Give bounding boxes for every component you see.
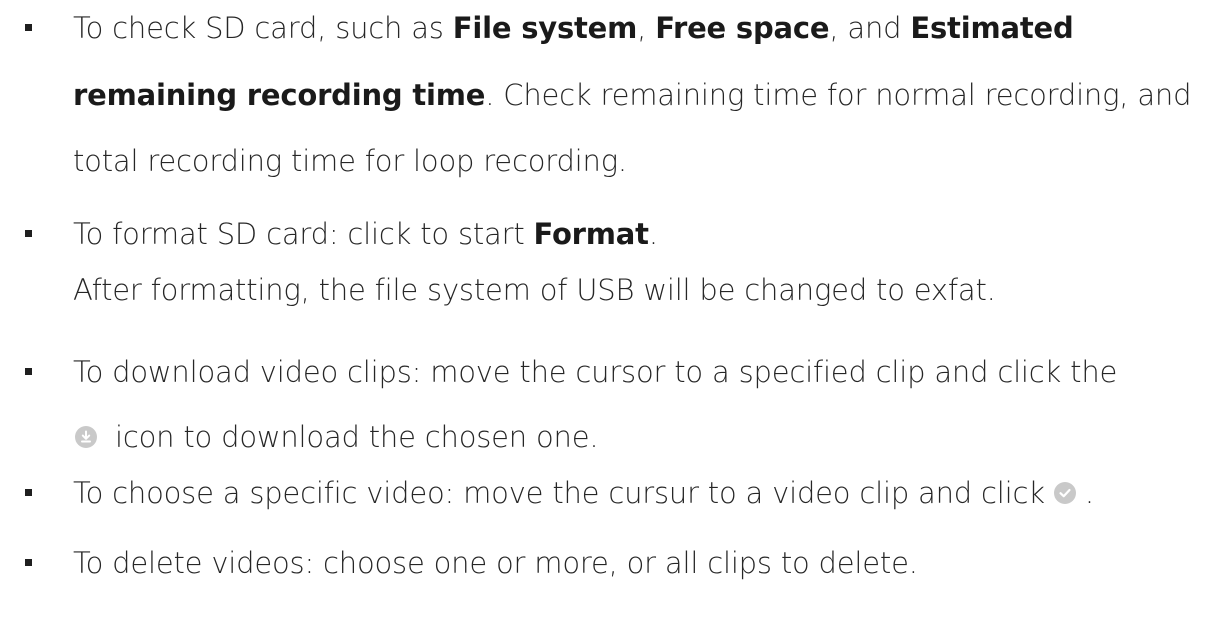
text-line: To choose a specific video: move the cur… [73, 473, 1094, 513]
bold-term-format: Format [533, 217, 650, 251]
text-segment: To choose a specific video: move the cur… [73, 476, 1054, 510]
text-segment: total recording time for loop recording. [73, 144, 627, 178]
text-segment: icon to download the chosen one. [97, 420, 599, 454]
bold-term-remaining-recording-time: remaining recording time [73, 78, 486, 112]
bullet-icon [25, 24, 32, 31]
text-line: To format SD card: click to start Format… [73, 214, 658, 254]
text-line: To delete videos: choose one or more, or… [73, 543, 918, 583]
text-line: After formatting, the file system of USB… [73, 270, 996, 310]
bold-term-file-system: File system [452, 11, 638, 45]
check-circle-icon [1053, 482, 1076, 504]
text-segment: After formatting, the file system of USB… [73, 273, 996, 307]
text-segment: . [648, 217, 658, 251]
text-segment: To delete videos: choose one or more, or… [73, 546, 918, 580]
text-line: total recording time for loop recording. [73, 141, 627, 181]
text-segment: , [637, 11, 656, 45]
bullet-icon [25, 559, 32, 566]
text-segment: To format SD card: click to start [73, 217, 534, 251]
text-line: icon to download the chosen one. [75, 417, 599, 457]
text-line: To check SD card, such as File system, F… [73, 8, 1074, 48]
text-line: To download video clips: move the cursor… [73, 352, 1117, 392]
bullet-icon [25, 489, 32, 496]
text-segment: To check SD card, such as [73, 11, 453, 45]
text-segment: To download video clips: move the cursor… [73, 355, 1118, 389]
text-segment: , and [829, 11, 911, 45]
bold-term-free-space: Free space [655, 11, 830, 45]
bullet-icon [25, 230, 32, 237]
text-line: remaining recording time. Check remainin… [73, 75, 1192, 115]
bold-term-estimated: Estimated [910, 11, 1074, 45]
bullet-icon [25, 368, 32, 375]
text-segment: . [1075, 476, 1094, 510]
text-segment: . Check remaining time for normal record… [485, 78, 1192, 112]
download-icon [75, 426, 97, 448]
